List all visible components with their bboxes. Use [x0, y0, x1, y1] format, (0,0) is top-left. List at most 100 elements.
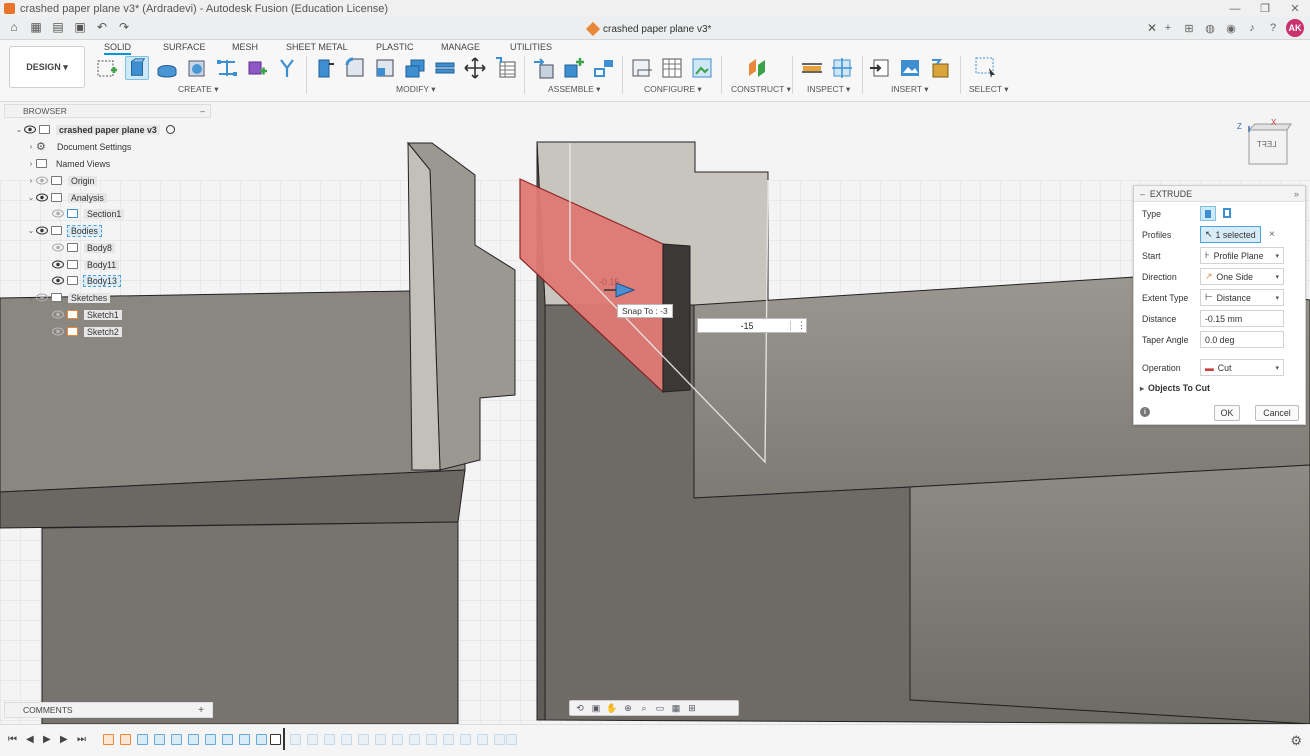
eye-hidden-icon[interactable] — [52, 209, 64, 218]
browser-item-document-settings[interactable]: › ⚙ Document Settings — [26, 140, 134, 153]
as-built-joint-icon[interactable] — [592, 56, 616, 80]
construct-group-label[interactable]: CONSTRUCT ▾ — [731, 84, 791, 95]
maximize-button[interactable]: ❐ — [1250, 0, 1280, 17]
configure-group-label[interactable]: CONFIGURE ▾ — [644, 84, 702, 95]
extrude-dialog-header[interactable]: – EXTRUDE » — [1134, 186, 1305, 202]
combine-icon[interactable] — [433, 56, 457, 80]
model-canvas[interactable] — [0, 102, 1310, 724]
distance-input[interactable]: -0.15 mm — [1200, 310, 1284, 327]
orbit-icon[interactable]: ⟲ — [574, 703, 586, 713]
cancel-button[interactable]: Cancel — [1255, 405, 1299, 421]
distance-heads-up-value[interactable]: -15 — [704, 320, 791, 331]
timeline-settings-gear-icon[interactable]: ⚙ — [1290, 733, 1302, 749]
loft-icon[interactable] — [215, 56, 239, 80]
info-icon[interactable]: i — [1140, 407, 1150, 417]
timeline-feature[interactable] — [171, 734, 182, 745]
home-icon[interactable]: ⌂ — [6, 20, 22, 34]
job-status-icon[interactable]: ◉ — [1223, 20, 1239, 36]
look-at-icon[interactable]: ▣ — [590, 703, 602, 713]
eye-icon[interactable] — [36, 193, 48, 202]
chevron-down-icon[interactable]: ⌄ — [26, 293, 36, 302]
browser-item-analysis[interactable]: ⌄ Analysis — [26, 191, 107, 204]
notifications-icon[interactable]: ♪ — [1244, 20, 1260, 36]
timeline-feature[interactable] — [120, 734, 131, 745]
parameters-icon[interactable] — [494, 56, 518, 80]
redo-icon[interactable]: ↷ — [116, 20, 132, 34]
press-pull-icon[interactable] — [313, 56, 337, 80]
timeline-feature-suppressed[interactable] — [494, 734, 505, 745]
eye-hidden-icon[interactable] — [52, 310, 64, 319]
pan-icon[interactable]: ✋ — [606, 703, 618, 713]
timeline-feature-suppressed[interactable] — [358, 734, 369, 745]
timeline-feature-suppressed[interactable] — [426, 734, 437, 745]
viewports-icon[interactable]: ⊞ — [686, 703, 698, 713]
configuration-theme-icon[interactable] — [690, 56, 714, 80]
chevron-down-icon[interactable]: ⌄ — [14, 125, 24, 134]
browser-item-sketches[interactable]: ⌄ Sketches — [26, 291, 111, 304]
workspace-switcher[interactable]: DESIGN ▾ — [9, 46, 85, 88]
insert-group-label[interactable]: INSERT ▾ — [891, 84, 929, 95]
timeline-feature[interactable] — [270, 734, 281, 745]
3d-viewport[interactable]: Z X LEFT — [0, 102, 1310, 724]
inspect-group-label[interactable]: INSPECT ▾ — [807, 84, 850, 95]
modify-group-label[interactable]: MODIFY ▾ — [396, 84, 436, 95]
create-group-label[interactable]: CREATE ▾ — [178, 84, 218, 95]
direction-dropdown[interactable]: ↗ One Side ▾ — [1200, 268, 1284, 285]
insert-mcmaster-icon[interactable] — [928, 56, 952, 80]
ok-button[interactable]: OK — [1214, 405, 1240, 421]
step-back-icon[interactable]: ◀ — [26, 734, 34, 745]
grid-apps-icon[interactable]: ▦ — [28, 20, 44, 34]
joint-icon[interactable] — [562, 56, 586, 80]
timeline-feature-suppressed[interactable] — [324, 734, 335, 745]
new-tab-icon[interactable]: + — [1160, 20, 1176, 36]
timeline-feature-suppressed[interactable] — [443, 734, 454, 745]
tab-mesh[interactable]: MESH — [232, 42, 258, 52]
measure-icon[interactable] — [800, 56, 824, 80]
close-window-button[interactable]: ✕ — [1280, 0, 1310, 17]
go-to-end-icon[interactable]: ⏭ — [77, 734, 86, 745]
create-sketch-icon[interactable] — [95, 56, 119, 80]
timeline-feature-suppressed[interactable] — [460, 734, 471, 745]
timeline-feature-suppressed[interactable] — [392, 734, 403, 745]
assemble-group-label[interactable]: ASSEMBLE ▾ — [548, 84, 600, 95]
close-tab-icon[interactable]: ✕ — [1147, 21, 1157, 35]
step-forward-icon[interactable]: ▶ — [60, 734, 68, 745]
timeline-feature[interactable] — [205, 734, 216, 745]
tab-solid[interactable]: SOLID — [104, 42, 132, 55]
go-to-start-icon[interactable]: ⏮ — [8, 734, 17, 745]
browser-item-body8[interactable]: Body8 — [52, 241, 115, 254]
activate-component-icon[interactable] — [165, 125, 175, 134]
configuration-table-icon[interactable] — [660, 56, 684, 80]
chevron-down-icon[interactable]: ⌄ — [26, 193, 36, 202]
eye-hidden-icon[interactable] — [52, 327, 64, 336]
eye-icon[interactable] — [52, 260, 64, 269]
distance-heads-up-input[interactable]: -15 ⋮ — [697, 318, 807, 333]
timeline-feature-suppressed[interactable] — [477, 734, 488, 745]
timeline-feature-suppressed[interactable] — [506, 734, 517, 745]
browser-item-section1[interactable]: Section1 — [52, 207, 125, 220]
zoom-window-icon[interactable]: ⌕ — [638, 703, 650, 713]
configure-table-icon[interactable] — [630, 56, 654, 80]
chevron-right-icon[interactable]: › — [26, 159, 36, 168]
box-icon[interactable] — [245, 56, 269, 80]
grid-settings-icon[interactable]: ▦ — [670, 703, 682, 713]
timeline-feature-suppressed[interactable] — [409, 734, 420, 745]
chevron-right-icon[interactable]: › — [26, 142, 36, 151]
start-dropdown[interactable]: ⊦ Profile Plane ▾ — [1200, 247, 1284, 264]
timeline-feature-suppressed[interactable] — [290, 734, 301, 745]
select-window-icon[interactable] — [974, 56, 998, 80]
chamfer-icon[interactable] — [373, 56, 397, 80]
timeline-feature[interactable] — [103, 734, 114, 745]
browser-item-origin[interactable]: › Origin — [26, 174, 98, 187]
extent-type-dropdown[interactable]: ⊢ Distance ▾ — [1200, 289, 1284, 306]
taper-angle-input[interactable]: 0.0 deg — [1200, 331, 1284, 348]
zoom-icon[interactable]: ⊕ — [622, 703, 634, 713]
input-menu-icon[interactable]: ⋮ — [797, 320, 806, 331]
insert-canvas-icon[interactable] — [898, 56, 922, 80]
extensions-icon[interactable]: ⊞ — [1181, 20, 1197, 36]
timeline-feature[interactable] — [239, 734, 250, 745]
browser-item-bodies[interactable]: ⌄ Bodies — [26, 224, 102, 237]
clear-selection-icon[interactable]: × — [1269, 229, 1275, 240]
save-icon[interactable]: ▣ — [72, 20, 88, 34]
timeline-feature[interactable] — [137, 734, 148, 745]
